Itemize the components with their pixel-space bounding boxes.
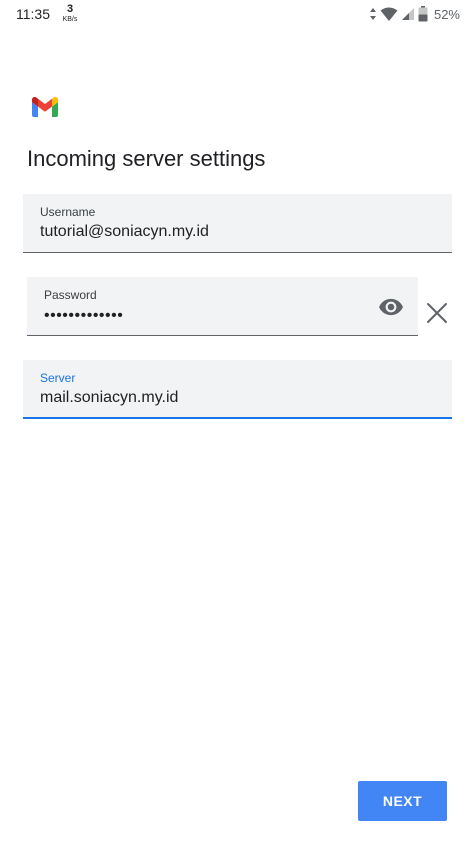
password-label: Password (44, 288, 97, 302)
battery-icon (418, 6, 428, 22)
next-button[interactable]: NEXT (358, 781, 447, 821)
status-bar: 11:35 3 KB/s 52% (0, 0, 474, 30)
password-input[interactable]: ••••••••••••• (44, 307, 123, 325)
gmail-logo (32, 97, 58, 117)
page-title: Incoming server settings (27, 146, 266, 171)
close-icon[interactable] (426, 302, 448, 324)
network-speed: 3 KB/s (60, 3, 80, 24)
eye-icon[interactable] (378, 294, 404, 320)
status-icons: 52% (369, 5, 460, 23)
username-field[interactable]: Username tutorial@soniacyn.my.id (23, 194, 452, 253)
status-time: 11:35 (16, 6, 50, 22)
server-input[interactable]: mail.soniacyn.my.id (40, 389, 178, 407)
server-label: Server (40, 371, 76, 385)
network-speed-unit: KB/s (62, 16, 78, 23)
wifi-icon (380, 7, 398, 21)
server-field[interactable]: Server mail.soniacyn.my.id (23, 360, 452, 419)
battery-percent: 52% (433, 6, 460, 22)
username-input[interactable]: tutorial@soniacyn.my.id (40, 223, 209, 241)
username-label: Username (40, 205, 96, 219)
data-arrows-icon (369, 8, 376, 20)
password-field[interactable]: Password ••••••••••••• (27, 277, 418, 336)
network-speed-value: 3 (66, 3, 74, 15)
cell-signal-icon (401, 8, 414, 20)
